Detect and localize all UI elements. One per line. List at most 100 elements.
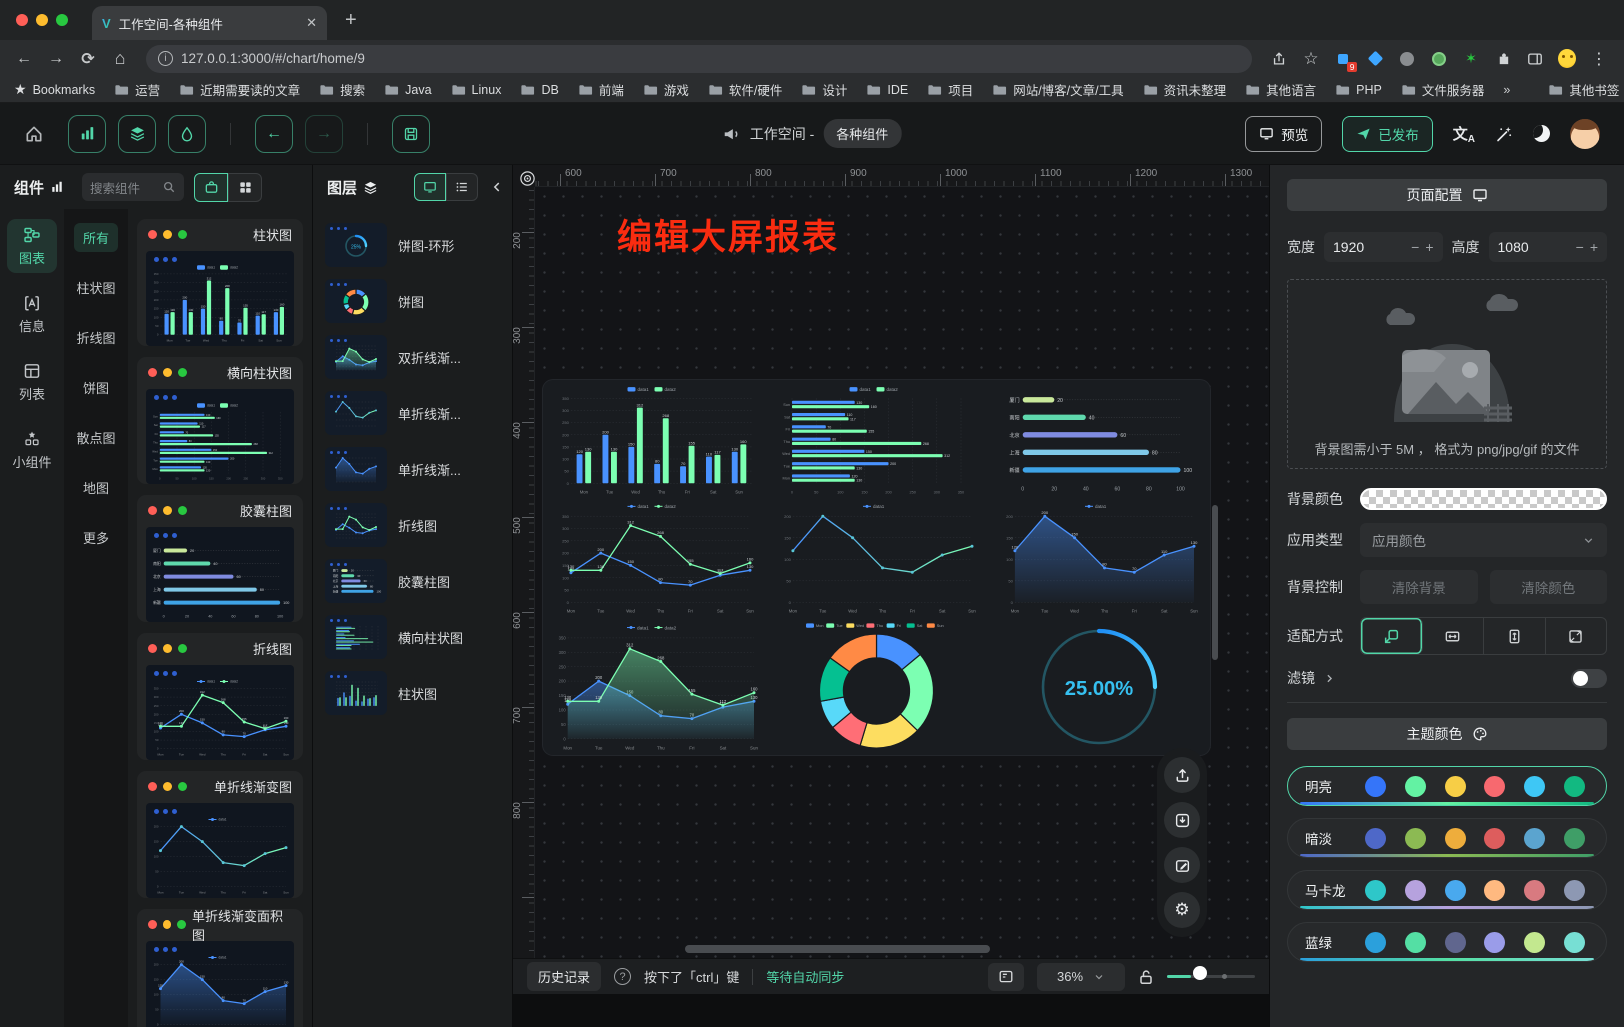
app-type-select[interactable]: 应用颜色 [1360, 523, 1607, 557]
window-controls[interactable] [16, 14, 68, 26]
category-折线图[interactable]: 折线图 [67, 323, 124, 352]
forward-icon[interactable]: → [42, 50, 70, 68]
canvas-chart-line1area[interactable]: 0501001502001202001508070110130MonTueWed… [987, 498, 1210, 616]
canvas-chart-ring[interactable]: 25.00% [987, 616, 1210, 755]
component-card-hbar[interactable]: 横向柱状图05010015020025030035012020015080701… [137, 357, 303, 484]
card-thumbnail[interactable]: 0501001502001202001508070110130MonTueWed… [146, 941, 294, 1027]
lock-icon[interactable] [1138, 969, 1154, 985]
help-icon[interactable]: ? [614, 968, 631, 985]
category-地图[interactable]: 地图 [74, 473, 118, 502]
theme-color-header[interactable]: 主题颜色 [1287, 718, 1607, 750]
height-increase-button[interactable]: + [1590, 239, 1598, 255]
height-value[interactable]: 1080 [1498, 239, 1570, 255]
width-stepper[interactable]: 1920 − + [1324, 232, 1443, 262]
canvas-chart-donut[interactable]: MonTueWedThuFriSatSun [765, 616, 987, 755]
extension-badge-icon[interactable]: 9 [1334, 50, 1352, 68]
import-icon[interactable] [1164, 802, 1200, 838]
site-info-icon[interactable]: i [158, 51, 173, 66]
layer-item-ring[interactable]: 25%饼图-环形 [319, 217, 506, 273]
category-柱状图[interactable]: 柱状图 [67, 273, 124, 302]
height-decrease-button[interactable]: − [1576, 239, 1584, 255]
clear-background-button[interactable]: 清除背景 [1360, 570, 1478, 604]
share-icon[interactable] [1270, 50, 1288, 68]
bookmark-item[interactable]: 网站/博客/文章/工具 [992, 80, 1123, 99]
component-card-capsule[interactable]: 胶囊柱图厦门20南阳40北京60上海80新疆100020406080100 [137, 495, 303, 622]
user-avatar[interactable] [1570, 119, 1600, 149]
theme-option-马卡龙[interactable]: 马卡龙 [1287, 870, 1607, 910]
canvas-chart-hbar[interactable]: 0501001502002503003501202001508070110130… [765, 380, 987, 498]
gem-extension-icon[interactable] [1366, 50, 1384, 68]
export-icon[interactable] [1164, 757, 1200, 793]
sidebar-tab-列表[interactable]: 列表 [7, 355, 57, 409]
green-extension-icon[interactable] [1430, 50, 1448, 68]
theme-option-明亮[interactable]: 明亮 [1287, 766, 1607, 806]
layer-item-capsule[interactable]: 厦门20南阳40北京60上海80新疆100胶囊柱图 [319, 553, 506, 609]
filter-toggle[interactable] [1571, 669, 1607, 688]
sidebar-icon[interactable] [1526, 50, 1544, 68]
card-thumbnail[interactable]: 0501001502002503003501202001508070110130… [146, 389, 294, 484]
grey-extension-icon[interactable] [1398, 50, 1416, 68]
category-散点图[interactable]: 散点图 [67, 423, 124, 452]
chart-tool-button[interactable] [68, 115, 106, 153]
card-thumbnail[interactable]: 0501001502002503003501202001508070110130… [146, 251, 294, 346]
component-card-line1[interactable]: 单折线渐变图050100150200MonTueWedThuFriSatSund… [137, 771, 303, 898]
zoom-slider-thumb[interactable] [1193, 966, 1207, 980]
window-zoom-button[interactable] [56, 14, 68, 26]
canvas-area[interactable]: 6007008009001000110012001300 20030040050… [513, 165, 1269, 1027]
card-thumbnail[interactable]: 0501001502002503003501202001508070110130… [146, 665, 294, 760]
window-minimize-button[interactable] [36, 14, 48, 26]
canvas-chart-line2[interactable]: 0501001502002503003501202001508070110130… [543, 498, 765, 616]
background-upload-dropzone[interactable]: 背景图需小于 5M ， 格式为 png/jpg/gif 的文件 [1287, 279, 1607, 469]
bookmark-item[interactable]: 运营 [114, 80, 160, 99]
width-increase-button[interactable]: + [1425, 239, 1433, 255]
component-card-bar[interactable]: 柱状图0501001502002503003501202001508070110… [137, 219, 303, 346]
tab-close-icon[interactable]: ✕ [306, 15, 317, 31]
filter-tool-button[interactable] [168, 115, 206, 153]
save-button[interactable] [392, 115, 430, 153]
layer-item-line2area[interactable]: 双折线渐... [319, 329, 506, 385]
redo-button[interactable]: → [305, 115, 343, 153]
bookmark-item[interactable]: 近期需要读的文章 [179, 80, 300, 99]
bookmark-item[interactable]: 资讯未整理 [1143, 80, 1227, 99]
translate-icon[interactable]: 文A [1453, 123, 1475, 144]
single-view-toggle[interactable] [194, 173, 228, 202]
bookmark-star-icon[interactable]: ☆ [1302, 50, 1320, 68]
layer-item-hbar[interactable]: 横向柱状图 [319, 609, 506, 665]
canvas-chart-capsule[interactable]: 厦门20南阳40北京60上海80新疆100020406080100 [987, 380, 1210, 498]
bookmark-item[interactable]: PHP [1335, 82, 1382, 97]
card-thumbnail[interactable]: 050100150200MonTueWedThuFriSatSundata1 [146, 803, 294, 898]
bookmark-item[interactable]: 前端 [578, 80, 624, 99]
address-bar[interactable]: i 127.0.0.1:3000/#/chart/home/9 [146, 45, 1252, 73]
bookmark-item[interactable]: Linux [451, 82, 502, 97]
home-icon[interactable]: ⌂ [106, 48, 134, 69]
sidebar-tab-小组件[interactable]: 小组件 [7, 423, 57, 477]
layer-item-line2[interactable]: 折线图 [319, 497, 506, 553]
dark-mode-icon[interactable] [1533, 125, 1550, 142]
canvas-chart-line2area[interactable]: 0501001502002503003501202001508070110130… [543, 616, 765, 755]
layers-list-view-toggle[interactable] [446, 173, 478, 201]
fit-scale-option[interactable] [1361, 618, 1423, 654]
theme-option-蓝绿[interactable]: 蓝绿 [1287, 922, 1607, 962]
layer-item-donut[interactable]: 饼图 [319, 273, 506, 329]
width-value[interactable]: 1920 [1333, 239, 1405, 255]
bookmark-item[interactable]: 搜索 [319, 80, 365, 99]
zoom-select[interactable]: 36% [1037, 963, 1125, 991]
bookmark-item[interactable]: 软件/硬件 [708, 80, 782, 99]
zoom-slider[interactable] [1167, 970, 1255, 984]
new-tab-button[interactable]: + [345, 9, 357, 32]
layer-item-line1area[interactable]: 单折线渐... [319, 441, 506, 497]
theme-option-暗淡[interactable]: 暗淡 [1287, 818, 1607, 858]
canvas-chart-line1[interactable]: 050100150200MonTueWedThuFriSatSundata1 [765, 498, 987, 616]
eye-icon[interactable] [519, 170, 536, 187]
vertical-scrollbar[interactable] [1212, 505, 1218, 660]
layer-item-line1[interactable]: 单折线渐... [319, 385, 506, 441]
undo-button[interactable]: ← [255, 115, 293, 153]
bookmark-item[interactable]: DB [520, 82, 558, 97]
bookmark-item[interactable]: IDE [866, 82, 908, 97]
canvas-chart-bar[interactable]: 0501001502002503003501202001508070110130… [543, 380, 765, 498]
fit-width-option[interactable] [1423, 618, 1485, 654]
component-card-line1area[interactable]: 单折线渐变面积图0501001502001202001508070110130M… [137, 909, 303, 1027]
category-所有[interactable]: 所有 [74, 223, 118, 252]
bookmark-item[interactable]: 游戏 [643, 80, 689, 99]
layers-thumbnail-view-toggle[interactable] [414, 173, 446, 201]
